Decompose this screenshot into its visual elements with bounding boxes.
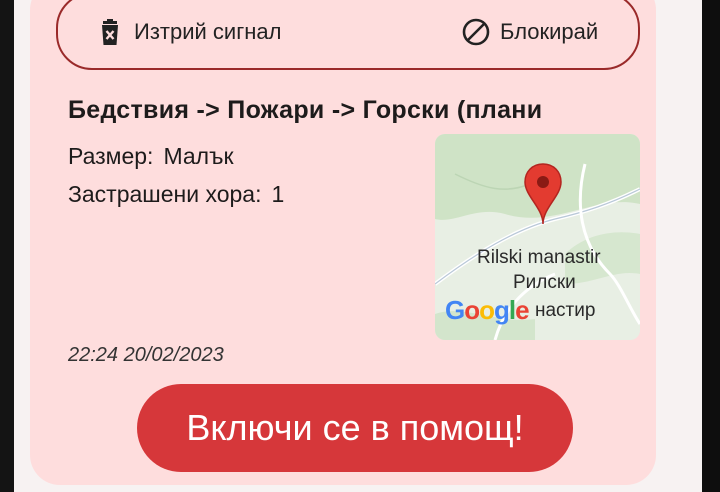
google-logo: Google bbox=[445, 295, 530, 325]
size-value: Малък bbox=[163, 143, 234, 169]
block-button[interactable]: Блокирай bbox=[462, 14, 598, 50]
signal-timestamp: 22:24 20/02/2023 bbox=[68, 344, 224, 366]
map-place-name: Rilski manastir bbox=[477, 247, 601, 268]
threatened-people-label: Застрашени хора: bbox=[68, 181, 262, 207]
join-help-button[interactable]: Включи се в помощ! bbox=[137, 384, 573, 472]
threatened-people-row: Застрашени хора: 1 bbox=[68, 181, 284, 208]
device-frame-right bbox=[702, 0, 720, 492]
map-place-local-line2: настир bbox=[535, 300, 596, 321]
delete-signal-label: Изтрий сигнал bbox=[134, 19, 282, 44]
delete-signal-button[interactable]: Изтрий сигнал bbox=[96, 14, 281, 50]
map-place-local-line1: Рилски bbox=[513, 272, 576, 293]
trash-delete-icon bbox=[96, 18, 124, 46]
signal-category-path: Бедствия -> Пожари -> Горски (плани bbox=[68, 96, 543, 124]
size-label: Размер: bbox=[68, 143, 154, 169]
location-map-thumbnail[interactable]: Rilski manastir Рилски настир Google bbox=[435, 134, 640, 340]
signal-size-row: Размер: Малък bbox=[68, 143, 234, 170]
location-pin-icon bbox=[524, 163, 562, 225]
device-frame-left bbox=[0, 0, 14, 492]
threatened-people-value: 1 bbox=[271, 181, 285, 207]
block-icon bbox=[462, 18, 490, 46]
block-label: Блокирай bbox=[500, 19, 599, 44]
